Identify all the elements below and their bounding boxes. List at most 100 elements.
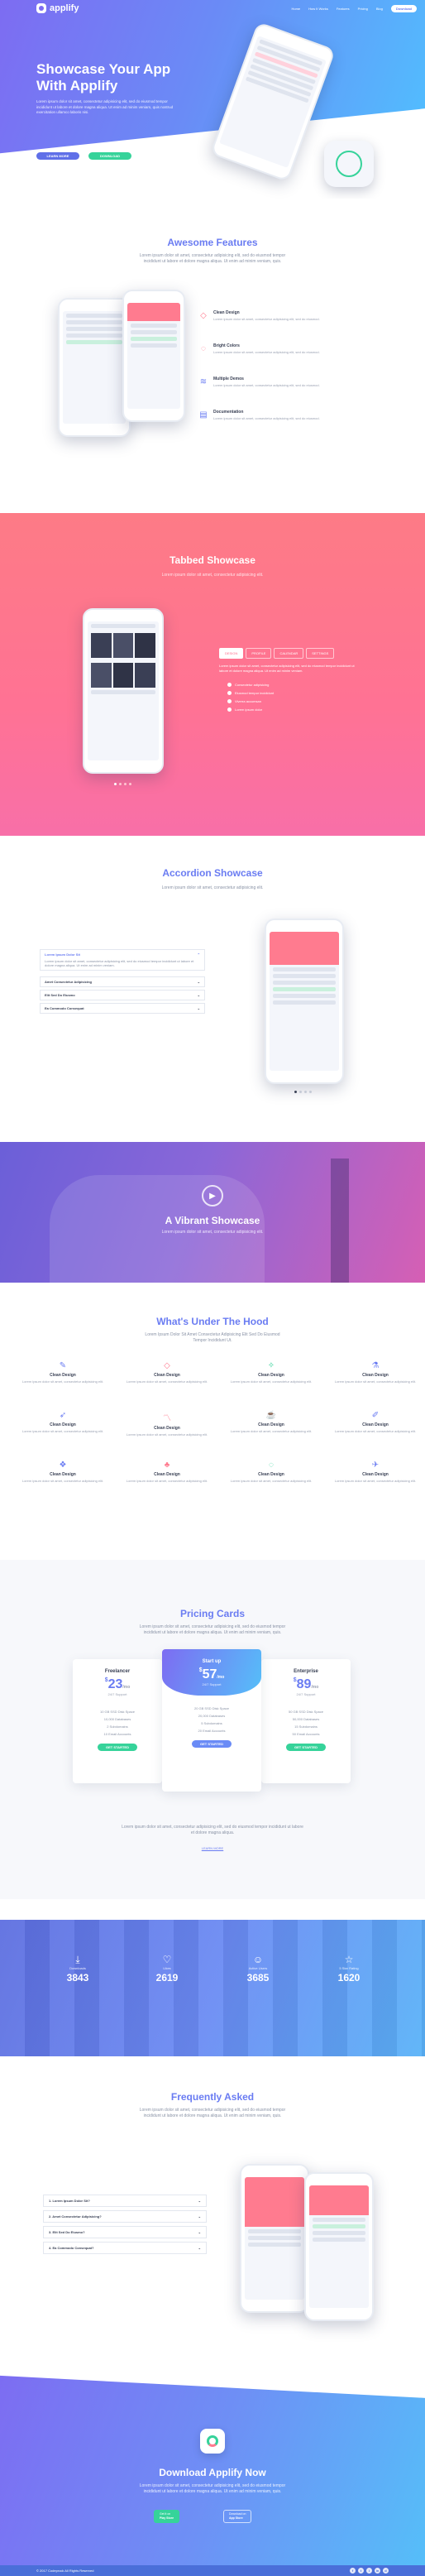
accordion-phone-mockup bbox=[265, 919, 344, 1084]
features-title: Awesome Features bbox=[167, 237, 258, 248]
footer: © 2017 Codeprock All Rights Reserved f t… bbox=[0, 2565, 425, 2576]
play-icon[interactable]: ▶ bbox=[202, 1185, 223, 1206]
hood-feature-title: Clean Design bbox=[362, 1373, 389, 1378]
chevron-up-icon: ⌃ bbox=[197, 952, 200, 957]
hood-feature-text: Lorem ipsum dolor sit amet, consectetur … bbox=[21, 1429, 104, 1433]
cup-icon: ☕ bbox=[265, 1411, 277, 1420]
stat-downloads: ⤓ Downloads 3843 bbox=[53, 1953, 103, 1984]
faq-title: Frequently Asked bbox=[170, 2091, 255, 2103]
nav-item-pricing[interactable]: Pricing bbox=[358, 7, 368, 11]
accordion-item[interactable]: Ea Commodo Consequat ⌄ bbox=[40, 1003, 205, 1014]
copyright: © 2017 Codeprock All Rights Reserved bbox=[36, 2569, 94, 2573]
tab-profile[interactable]: PROFILE bbox=[246, 648, 272, 659]
nav-item-blog[interactable]: Blog bbox=[376, 7, 383, 11]
get-started-button[interactable]: GET STARTED bbox=[286, 1744, 326, 1751]
hood-title: What's Under The Hood bbox=[156, 1316, 269, 1327]
tab-design[interactable]: DESIGN bbox=[219, 648, 244, 659]
feature-text: Lorem ipsum dolor sit amet, consectetur … bbox=[213, 350, 320, 354]
nav-item-how-it-works[interactable]: How It Works bbox=[308, 7, 328, 11]
chevron-down-icon: ⌄ bbox=[197, 993, 200, 997]
nav-item-home[interactable]: Home bbox=[291, 7, 300, 11]
paint-icon: ✐ bbox=[371, 1411, 380, 1420]
carousel-dot[interactable] bbox=[119, 783, 122, 785]
feature-text: Lorem ipsum dolor sit amet, consectetur … bbox=[213, 383, 320, 387]
twitter-icon[interactable]: t bbox=[358, 2568, 364, 2574]
check-list-item: Lorem ipsum dolor bbox=[227, 708, 262, 712]
get-started-button[interactable]: GET STARTED bbox=[98, 1744, 137, 1751]
features-text: Lorem ipsum dolor sit amet, consectetur … bbox=[139, 253, 286, 264]
play-store-button[interactable]: Get it on Play Store bbox=[154, 2510, 180, 2523]
hood-feature-item: ✐ Clean Design Lorem ipsum dolor sit amet,… bbox=[334, 1411, 417, 1433]
droplet-icon: ◌ bbox=[201, 343, 206, 353]
hood-feature-item: ➶ Clean Design Lorem ipsum dolor sit amet,… bbox=[21, 1411, 104, 1433]
faq-item[interactable]: 2. Amet Consectetur Adipisicing? ⌄ bbox=[43, 2210, 207, 2223]
rocket-icon: ➶ bbox=[59, 1411, 67, 1420]
download-button[interactable]: DOWNLOAD bbox=[88, 152, 131, 160]
linkedin-icon[interactable]: in bbox=[375, 2568, 380, 2574]
pricing-learn-more-link[interactable]: LEARN MORE bbox=[0, 1846, 425, 1850]
dribbble-icon[interactable]: d bbox=[383, 2568, 389, 2574]
facebook-icon[interactable]: f bbox=[350, 2568, 356, 2574]
hood-feature-item: ◌ Clean Design Lorem ipsum dolor sit amet,… bbox=[230, 1461, 313, 1483]
tree-icon: ♣ bbox=[164, 1461, 170, 1470]
stat-active-users: ☺ Active Users 3685 bbox=[233, 1953, 283, 1984]
carousel-dot[interactable] bbox=[129, 783, 131, 785]
faq-item[interactable]: 3. Elit Sed Do Eiusmo? ⌄ bbox=[43, 2226, 207, 2238]
learn-more-button[interactable]: LEARN MORE bbox=[36, 152, 79, 160]
tab-calendar[interactable]: CALENDAR bbox=[274, 648, 304, 659]
video-section: ▶ A Vibrant Showcase Lorem ipsum dolor s… bbox=[0, 1142, 425, 1283]
features-phone-right bbox=[122, 290, 185, 422]
carousel-dot[interactable] bbox=[309, 1091, 312, 1093]
pricing-card-enterprise: Enterprise $89/mo 24/7 Support 50 GB SSD… bbox=[261, 1659, 351, 1783]
hood-feature-item: ⚗ Clean Design Lorem ipsum dolor sit amet,… bbox=[334, 1361, 417, 1384]
logo-icon bbox=[36, 3, 46, 13]
droplet-icon: ◌ bbox=[269, 1461, 274, 1470]
tabbed-text: Lorem ipsum dolor sit amet, consectetur … bbox=[161, 573, 264, 578]
features-section: Awesome Features Lorem ipsum dolor sit a… bbox=[0, 199, 425, 521]
carousel-dot[interactable] bbox=[114, 783, 117, 785]
accordion-item[interactable]: Elit Sed Do Eiusmo ⌄ bbox=[40, 990, 205, 1000]
hood-feature-item: ☕ Clean Design Lorem ipsum dolor sit amet,… bbox=[230, 1411, 313, 1433]
check-list-item: Consectetur adipisicing bbox=[227, 683, 269, 687]
diamond-icon: ◇ bbox=[200, 310, 207, 320]
under-the-hood-section: What's Under The Hood Lorem Ipsum Dolor … bbox=[0, 1283, 425, 1560]
hood-feature-item: ♣ Clean Design Lorem ipsum dolor sit amet,… bbox=[126, 1461, 208, 1483]
download-icon: ⤓ bbox=[75, 1953, 80, 1965]
feature-list: 10 GB SSD Disk Space 10,000 Databases 2 Su… bbox=[99, 1710, 136, 1736]
feature-list: 20 GB SSD Disk Space 20,000 Databases 5 Su… bbox=[193, 1706, 230, 1733]
carousel-dot[interactable] bbox=[124, 783, 127, 785]
hood-feature-title: Clean Design bbox=[50, 1422, 76, 1427]
features-phone-left bbox=[58, 298, 131, 437]
hood-text: Lorem Ipsum Dolor Sit Amet Consectetur A… bbox=[145, 1332, 280, 1343]
video-title: A Vibrant Showcase bbox=[165, 1215, 260, 1226]
book-icon: ▤ bbox=[199, 410, 208, 420]
hood-feature-title: Clean Design bbox=[154, 1472, 180, 1477]
accordion-item[interactable]: Amet Consectetur Adipisicing ⌄ bbox=[40, 976, 205, 987]
carousel-dot[interactable] bbox=[299, 1091, 302, 1093]
carousel-dot[interactable] bbox=[304, 1091, 307, 1093]
get-started-button[interactable]: GET STARTED bbox=[192, 1740, 232, 1748]
hero-section: applify Home How It Works Features Prici… bbox=[0, 0, 425, 199]
nav-item-features[interactable]: Features bbox=[337, 7, 350, 11]
chevron-down-icon: ⌄ bbox=[198, 2230, 201, 2234]
faq-item[interactable]: 1. Lorem Ipsum Dolor Sit? ⌄ bbox=[43, 2195, 207, 2207]
nav-download-button[interactable]: Download bbox=[390, 5, 417, 12]
crowd-silhouette bbox=[50, 1175, 265, 1283]
download-text: Lorem ipsum dolor sit amet, consectetur … bbox=[139, 2483, 286, 2494]
hood-feature-text: Lorem ipsum dolor sit amet, consectetur … bbox=[334, 1429, 417, 1433]
feature-text: Lorem ipsum dolor sit amet, consectetur … bbox=[213, 416, 320, 420]
instagram-icon[interactable]: i bbox=[366, 2568, 372, 2574]
star-icon: ☆ bbox=[344, 1954, 354, 1965]
carousel-dot[interactable] bbox=[294, 1091, 297, 1093]
pricing-title: Pricing Cards bbox=[179, 1608, 246, 1619]
hood-feature-text: Lorem ipsum dolor sit amet, consectetur … bbox=[126, 1432, 208, 1437]
tab-settings[interactable]: SETTINGS bbox=[306, 648, 335, 659]
hood-feature-text: Lorem ipsum dolor sit amet, consectetur … bbox=[334, 1379, 417, 1384]
download-section: Download Applify Now Lorem ipsum dolor s… bbox=[0, 2363, 425, 2576]
faq-item[interactable]: 4. Ea Commodo Consequat? ⌄ bbox=[43, 2242, 207, 2254]
price: $89/mo bbox=[293, 1677, 319, 1691]
brand-logo[interactable]: applify bbox=[36, 3, 79, 13]
accordion-item-open[interactable]: Lorem Ipsum Dolor Sit ⌃ Lorem ipsum dolo… bbox=[40, 949, 205, 971]
app-store-button[interactable]: Download on App Store bbox=[223, 2510, 252, 2523]
faq-text: Lorem ipsum dolor sit amet, consectetur … bbox=[139, 2108, 286, 2118]
